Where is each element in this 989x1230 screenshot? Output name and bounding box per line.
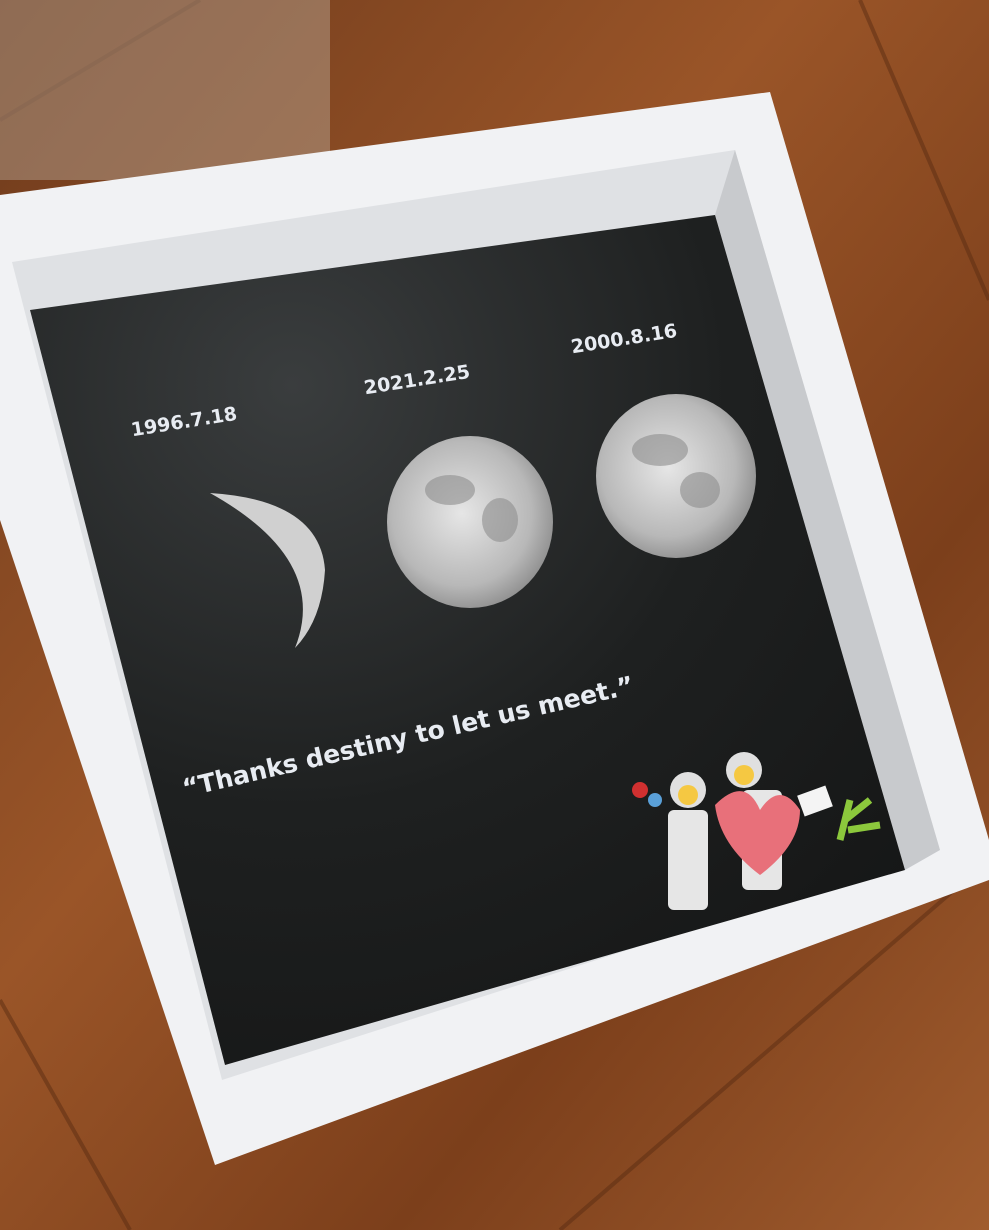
- floor-top-left: [0, 0, 330, 180]
- full-moon: [596, 394, 756, 558]
- photo-scene: 1996.7.18 2021.2.25 2000.8.16 “Thanks de…: [0, 0, 989, 1230]
- gibbous-moon: [387, 436, 553, 608]
